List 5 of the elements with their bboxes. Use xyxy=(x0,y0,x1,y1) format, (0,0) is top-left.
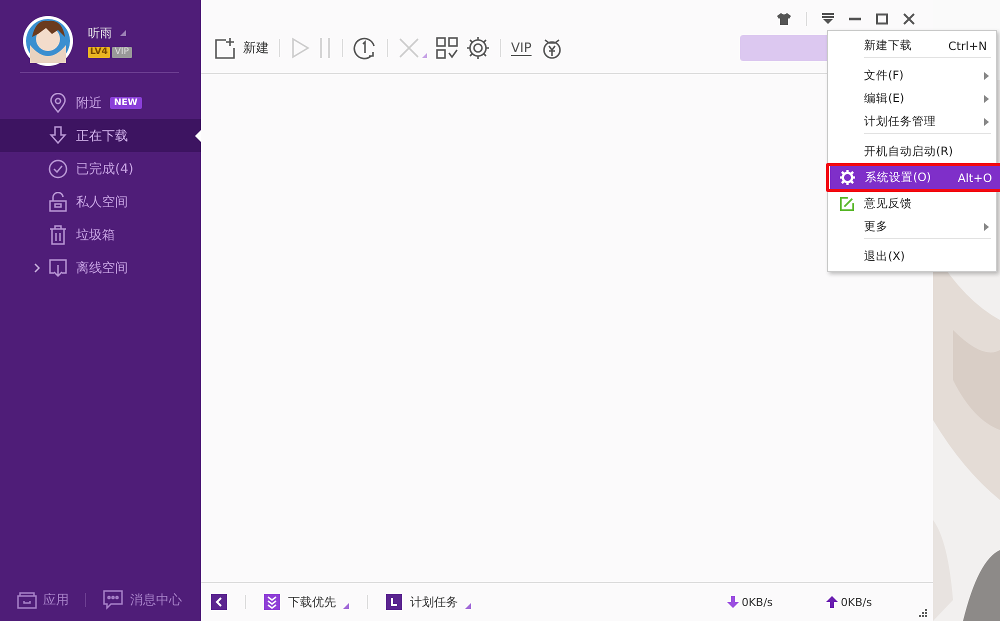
new-badge: NEW xyxy=(110,96,142,108)
upload-speed: 0KB/s xyxy=(840,596,872,608)
vip-badge: VIP xyxy=(112,46,132,58)
level-badge: LV4 xyxy=(88,46,110,58)
download-speed: 0KB/s xyxy=(742,596,773,608)
